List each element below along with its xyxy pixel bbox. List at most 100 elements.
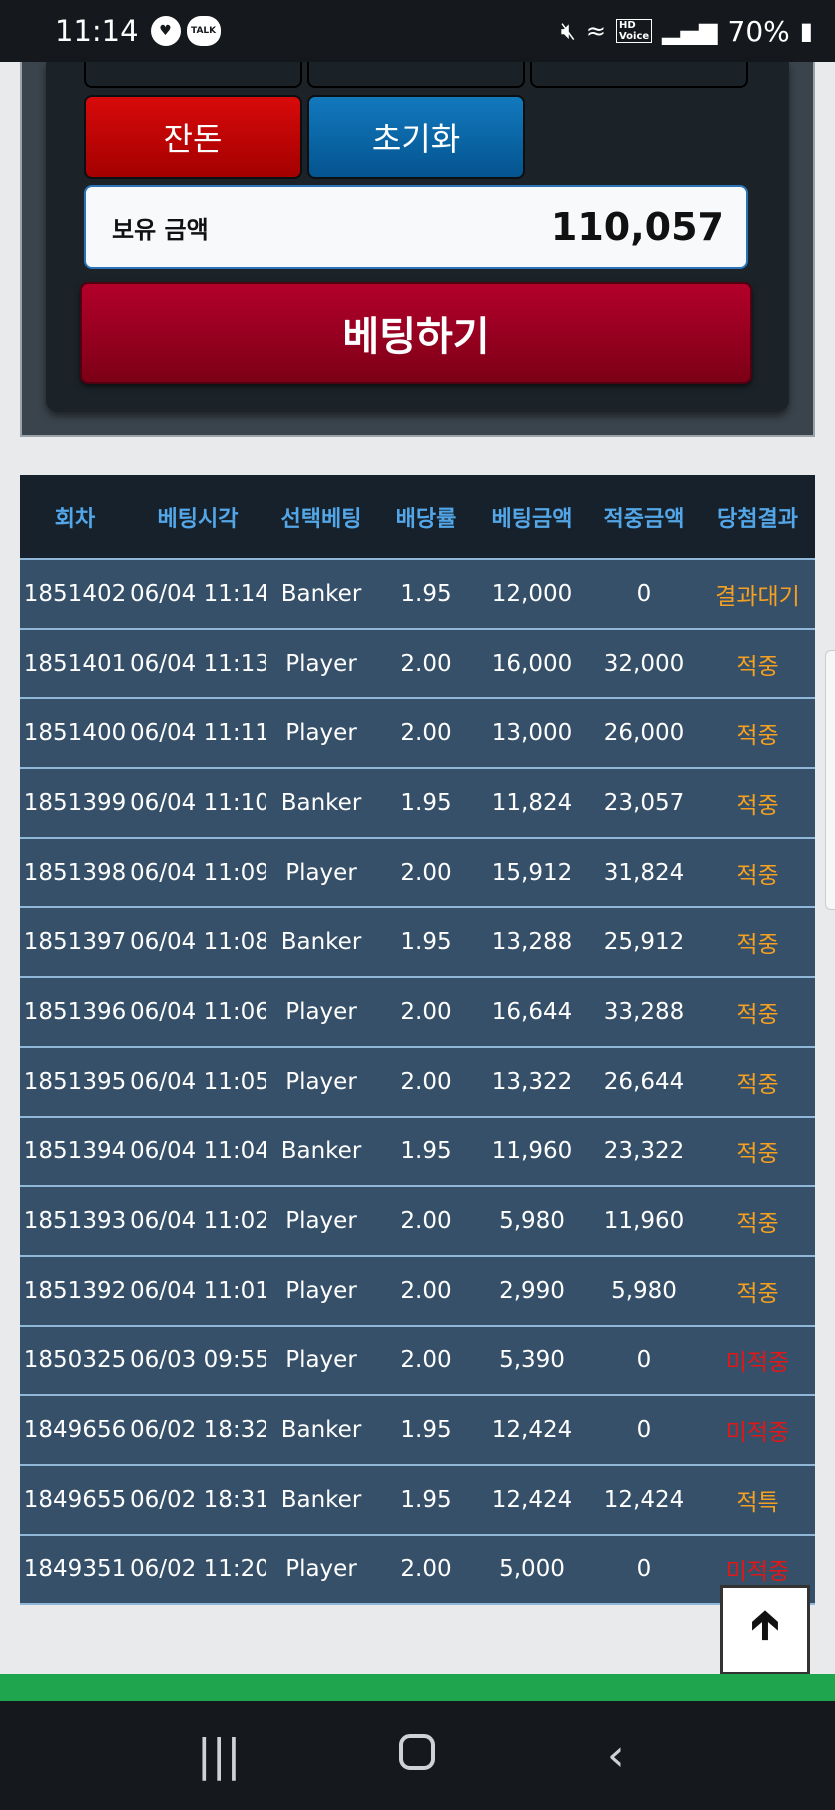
bet-amount-cell: 5,390 <box>476 1325 588 1397</box>
selection-cell: Banker <box>266 1464 376 1536</box>
bet-time-cell: 06/04 11:01 <box>130 1255 266 1327</box>
selection-cell: Player <box>266 1534 376 1606</box>
result-cell: 적중 <box>700 1186 815 1257</box>
bet-amount-cell: 5,980 <box>476 1186 588 1257</box>
bet-time-cell: 06/03 09:55 <box>130 1325 266 1397</box>
round-cell: 1851393 <box>20 1186 130 1257</box>
bet-amount-cell: 12,424 <box>476 1464 588 1536</box>
selection-cell: Banker <box>266 768 376 839</box>
bet-time-cell: 06/04 11:14 <box>130 559 266 630</box>
bet-amount-cell: 15,912 <box>476 837 588 909</box>
result-cell: 적중 <box>700 1255 815 1327</box>
result-cell: 적중 <box>700 768 815 839</box>
notification-icon: ♥ <box>150 16 181 46</box>
table-row: 1851399 06/04 11:10 Banker 1.95 11,824 23,057… <box>20 768 815 839</box>
footer-green-bar <box>0 1674 835 1701</box>
bet-time-cell: 06/02 18:31 <box>130 1464 266 1536</box>
round-cell: 1851397 <box>20 907 130 979</box>
table-row: 1850325 06/03 09:55 Player 2.00 5,390 0 미적중 <box>20 1325 815 1397</box>
result-cell: 적중 <box>700 1116 815 1188</box>
round-cell: 1850325 <box>20 1325 130 1397</box>
panel-button-stub[interactable] <box>307 62 525 88</box>
scroll-handle[interactable] <box>825 650 835 910</box>
odds-cell: 2.00 <box>376 837 476 909</box>
bet-amount-cell: 12,424 <box>476 1395 588 1466</box>
selection-cell: Banker <box>266 907 376 979</box>
bet-amount-cell: 13,288 <box>476 907 588 979</box>
bet-amount-cell: 2,990 <box>476 1255 588 1327</box>
column-header: 회차 <box>20 475 130 560</box>
recent-apps-icon[interactable]: ||| <box>179 1730 259 1781</box>
round-cell: 1851396 <box>20 977 130 1048</box>
result-cell: 결과대기 <box>700 559 815 630</box>
selection-cell: Player <box>266 1255 376 1327</box>
column-header: 당첨결과 <box>700 475 815 560</box>
selection-cell: Player <box>266 698 376 770</box>
panel-button-stub[interactable] <box>84 62 302 88</box>
bet-time-cell: 06/04 11:10 <box>130 768 266 839</box>
odds-cell: 2.00 <box>376 977 476 1048</box>
selection-cell: Player <box>266 628 376 700</box>
round-cell: 1851394 <box>20 1116 130 1188</box>
battery-percent: 70% <box>727 14 790 48</box>
kakaotalk-icon: TALK <box>186 16 221 46</box>
odds-cell: 1.95 <box>376 1116 476 1188</box>
win-amount-cell: 11,960 <box>588 1186 700 1257</box>
result-cell: 적중 <box>700 907 815 979</box>
status-bar: 11:14 ♥ TALK 🔇︎ ≈ HD Voice ▂▄▆ 70% ▮ <box>0 0 835 62</box>
odds-cell: 2.00 <box>376 698 476 770</box>
balance-value: 110,057 <box>550 205 724 249</box>
selection-cell: Player <box>266 1325 376 1397</box>
win-amount-cell: 25,912 <box>588 907 700 979</box>
bet-amount-cell: 16,000 <box>476 628 588 700</box>
selection-cell: Banker <box>266 1395 376 1466</box>
arrow-up-icon: 🡱 <box>750 1602 780 1648</box>
battery-icon: ▮ <box>799 17 813 45</box>
round-cell: 1849656 <box>20 1395 130 1466</box>
round-cell: 1849655 <box>20 1464 130 1536</box>
round-cell: 1851395 <box>20 1046 130 1118</box>
table-row: 1851393 06/04 11:02 Player 2.00 5,980 11,960 적… <box>20 1186 815 1257</box>
odds-cell: 1.95 <box>376 1464 476 1536</box>
bet-time-cell: 06/04 11:04 <box>130 1116 266 1188</box>
bet-amount-cell: 5,000 <box>476 1534 588 1606</box>
balance-box: 보유 금액 110,057 <box>84 185 748 269</box>
home-icon[interactable] <box>377 1730 457 1781</box>
selection-cell: Banker <box>266 559 376 630</box>
selection-cell: Player <box>266 1046 376 1118</box>
bet-time-cell: 06/04 11:11 <box>130 698 266 770</box>
odds-cell: 1.95 <box>376 1395 476 1466</box>
bet-time-cell: 06/02 11:20 <box>130 1534 266 1606</box>
round-cell: 1851401 <box>20 628 130 700</box>
wifi-icon: ≈ <box>585 17 606 45</box>
table-body: 1851402 06/04 11:14 Banker 1.95 12,000 0 결과대기 1… <box>20 559 815 1606</box>
hd-voice-icon: HD Voice <box>615 19 653 43</box>
result-cell: 적중 <box>700 628 815 700</box>
round-cell: 1849351 <box>20 1534 130 1606</box>
table-row: 1851401 06/04 11:13 Player 2.00 16,000 32,000… <box>20 628 815 700</box>
back-icon[interactable]: ‹ <box>576 1730 656 1781</box>
place-bet-button[interactable]: 베팅하기 <box>80 282 752 384</box>
bet-time-cell: 06/02 18:32 <box>130 1395 266 1466</box>
result-cell: 적중 <box>700 977 815 1048</box>
win-amount-cell: 32,000 <box>588 628 700 700</box>
result-cell: 미적중 <box>700 1325 815 1397</box>
win-amount-cell: 26,000 <box>588 698 700 770</box>
result-cell: 적중 <box>700 698 815 770</box>
reset-button[interactable]: 초기화 <box>307 95 525 179</box>
bet-amount-cell: 13,322 <box>476 1046 588 1118</box>
win-amount-cell: 0 <box>588 559 700 630</box>
table-row: 1851400 06/04 11:11 Player 2.00 13,000 26,000… <box>20 698 815 770</box>
odds-cell: 1.95 <box>376 768 476 839</box>
selection-cell: Player <box>266 977 376 1048</box>
odds-cell: 2.00 <box>376 1255 476 1327</box>
scroll-top-button[interactable]: 🡱 <box>720 1585 810 1675</box>
bet-amount-cell: 13,000 <box>476 698 588 770</box>
refund-button[interactable]: 잔돈 <box>84 95 302 179</box>
odds-cell: 2.00 <box>376 628 476 700</box>
selection-cell: Banker <box>266 1116 376 1188</box>
column-header: 적중금액 <box>588 475 700 560</box>
table-row: 1851397 06/04 11:08 Banker 1.95 13,288 25,912… <box>20 907 815 979</box>
panel-button-stub[interactable] <box>530 62 748 88</box>
result-cell: 적특 <box>700 1464 815 1536</box>
